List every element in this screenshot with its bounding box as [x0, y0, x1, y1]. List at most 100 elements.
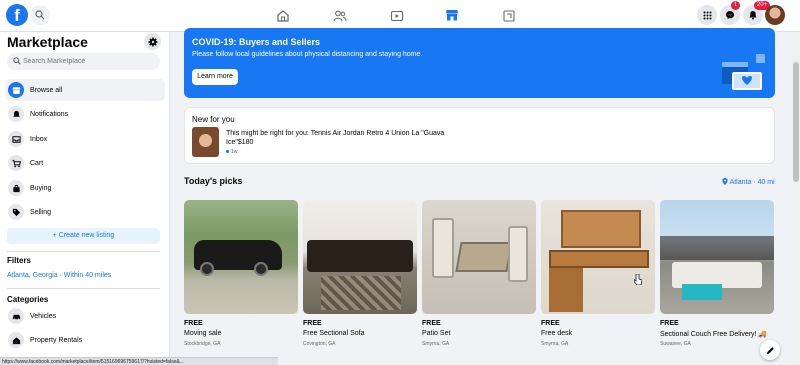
- sidebar-item-cart[interactable]: Cart: [5, 152, 165, 174]
- search-input[interactable]: [23, 53, 153, 70]
- car-icon: [8, 308, 24, 324]
- recommendation-time: 1w: [226, 149, 237, 155]
- bag-icon: [8, 180, 24, 196]
- page-title: Marketplace: [7, 34, 88, 50]
- cursor-icon: [634, 274, 642, 285]
- listing-card[interactable]: FREE Patio Set Smyrna, GA: [422, 200, 536, 360]
- new-for-you-card[interactable]: New for you This might be right for you:…: [184, 107, 775, 164]
- listing-location: Suwanee, GA: [660, 341, 691, 347]
- profile-avatar[interactable]: [765, 5, 785, 25]
- page-scrollbar[interactable]: [792, 32, 800, 365]
- covid-banner: COVID-19: Buyers and Sellers Please foll…: [184, 28, 775, 98]
- divider: [7, 288, 160, 289]
- menu-button[interactable]: [697, 5, 717, 25]
- listing-card[interactable]: FREE Free Sectional Sofa Covington, GA: [303, 200, 417, 360]
- location-label: Atlanta · 40 mi: [729, 179, 775, 186]
- sidebar-item-label: Selling: [30, 208, 52, 216]
- sidebar-item-property-rentals[interactable]: Property Rentals: [5, 329, 165, 351]
- facebook-logo[interactable]: f: [6, 4, 28, 26]
- friends-icon: [333, 10, 347, 22]
- sidebar-item-label: Browse all: [30, 86, 63, 94]
- sidebar-item-label: Notifications: [30, 110, 69, 118]
- search-button[interactable]: [30, 5, 50, 25]
- sidebar-item-selling[interactable]: Selling: [5, 201, 165, 223]
- listing-photo-sofa[interactable]: [303, 200, 417, 314]
- create-listing-button[interactable]: + Create new listing: [7, 228, 160, 244]
- todays-picks-heading: Today's picks: [184, 176, 243, 186]
- location-pin-icon: [722, 178, 728, 185]
- listing-card[interactable]: FREE Free desk Smyrna, GA: [541, 200, 655, 360]
- settings-button[interactable]: [144, 33, 161, 50]
- sidebar-item-label: Property Rentals: [30, 336, 83, 344]
- sidebar-item-browse-all[interactable]: Browse all: [5, 79, 165, 101]
- bell-icon: [749, 11, 757, 20]
- inbox-icon: [8, 131, 24, 147]
- listing-title: Sectional Couch Free Delivery! 🚚: [660, 331, 768, 338]
- new-message-button[interactable]: [760, 340, 780, 360]
- unread-dot: [226, 150, 229, 154]
- recommendation-text[interactable]: This might be right for you: Tennis Air …: [226, 129, 466, 147]
- listing-photo-desk[interactable]: [541, 200, 655, 314]
- location-filter-link[interactable]: Atlanta, Georgia · Within 40 miles: [7, 272, 111, 279]
- listing-title: Moving sale: [184, 330, 222, 337]
- listing-price: FREE: [422, 320, 441, 327]
- section-title: New for you: [192, 115, 235, 124]
- listing-location: Smyrna, GA: [541, 341, 569, 347]
- filters-heading: Filters: [7, 256, 32, 265]
- gear-icon: [148, 37, 157, 46]
- gaming-icon: [503, 10, 515, 22]
- cart-icon: [8, 155, 24, 171]
- listing-location: Stockbridge, GA: [184, 341, 221, 347]
- sidebar-item-vehicles[interactable]: Vehicles: [5, 305, 165, 327]
- watch-icon: [390, 10, 404, 22]
- banner-text: Please follow local guidelines about phy…: [192, 51, 423, 58]
- house-icon: [8, 332, 24, 348]
- listing-photo-patio-set[interactable]: [422, 200, 536, 314]
- divider: [7, 251, 160, 252]
- sidebar-item-buying[interactable]: Buying: [5, 177, 165, 199]
- storefront-icon: [8, 82, 24, 98]
- listing-card[interactable]: FREE Moving sale Stockbridge, GA: [184, 200, 298, 360]
- listing-location: Smyrna, GA: [422, 341, 450, 347]
- home-icon: [277, 10, 289, 22]
- bell-icon: [8, 106, 24, 122]
- tag-icon: [8, 204, 24, 220]
- location-selector[interactable]: Atlanta · 40 mi: [722, 178, 775, 186]
- notifications-button[interactable]: 20+: [743, 1, 771, 25]
- listing-price: FREE: [660, 320, 679, 327]
- scrollbar-thumb[interactable]: [793, 62, 799, 182]
- sidebar-item-label: Cart: [30, 159, 44, 167]
- listing-photo-sectional[interactable]: [660, 200, 774, 314]
- categories-heading: Categories: [7, 295, 49, 304]
- seller-avatar: [192, 127, 219, 157]
- listing-photo-car[interactable]: [184, 200, 298, 314]
- sidebar-item-label: Inbox: [30, 135, 48, 143]
- sidebar-item-label: Buying: [30, 184, 52, 192]
- learn-more-button[interactable]: Learn more: [192, 69, 238, 85]
- banner-title: COVID-19: Buyers and Sellers: [192, 37, 321, 47]
- listing-title: Free desk: [541, 330, 573, 337]
- browser-status-url: https://www.facebook.com/marketplace/ite…: [0, 357, 278, 365]
- marketplace-heart-illustration: [722, 54, 765, 90]
- listing-price: FREE: [184, 320, 203, 327]
- recommendation-prefix: This might be right for you:: [226, 130, 311, 137]
- sidebar: Marketplace Browse all Notifications Inb…: [0, 32, 170, 365]
- messenger-badge: 1: [731, 1, 741, 10]
- listing-price: FREE: [303, 320, 322, 327]
- listing-price: FREE: [541, 320, 560, 327]
- listing-title: Free Sectional Sofa: [303, 330, 365, 337]
- search-icon: [35, 10, 45, 20]
- search-icon: [13, 57, 21, 65]
- sidebar-item-notifications[interactable]: Notifications: [5, 103, 165, 125]
- messenger-button[interactable]: 1: [720, 1, 741, 25]
- listing-title: Patio Set: [422, 330, 451, 337]
- sidebar-item-inbox[interactable]: Inbox: [5, 128, 165, 150]
- sidebar-item-label: Vehicles: [30, 312, 57, 320]
- time-label: 1w: [231, 149, 238, 155]
- marketplace-icon: [446, 9, 458, 20]
- listing-location: Covington, GA: [303, 341, 336, 347]
- compose-icon: [766, 346, 774, 354]
- listing-card[interactable]: FREE Sectional Couch Free Delivery! 🚚 Su…: [660, 200, 774, 360]
- messenger-icon: [726, 11, 734, 19]
- marketplace-search[interactable]: [7, 53, 160, 70]
